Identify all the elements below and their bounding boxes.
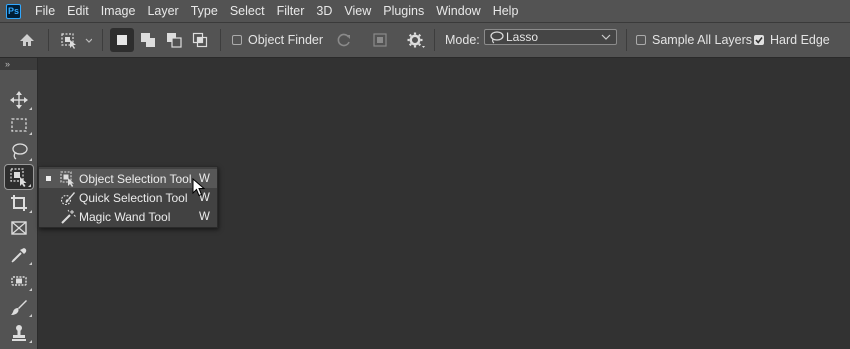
add-selection-icon — [141, 33, 155, 47]
show-objects-icon — [373, 33, 387, 47]
quick-selection-icon — [60, 191, 75, 205]
chevron-down-icon — [601, 34, 611, 40]
menu-layer[interactable]: Layer — [141, 0, 184, 22]
eyedropper-tool[interactable] — [4, 243, 34, 267]
brush-tool[interactable] — [4, 295, 34, 319]
home-button[interactable] — [18, 23, 36, 57]
brush-icon — [11, 300, 27, 315]
mouse-cursor-icon — [192, 178, 206, 197]
menu-3d[interactable]: 3D — [310, 0, 338, 22]
magic-wand-icon — [61, 209, 76, 224]
object-finder-label: Object Finder — [248, 33, 324, 47]
tool-flyout-menu: Object Selection Tool W Quick Selection … — [38, 166, 218, 228]
add-to-selection-button[interactable] — [140, 23, 156, 57]
menu-plugins[interactable]: Plugins — [377, 0, 430, 22]
eyedropper-icon — [11, 248, 27, 263]
flyout-item-label: Object Selection Tool — [79, 171, 192, 186]
flyout-item-label: Quick Selection Tool — [79, 190, 188, 205]
menu-filter[interactable]: Filter — [271, 0, 311, 22]
menu-help[interactable]: Help — [487, 0, 525, 22]
mode-select[interactable]: Lasso — [484, 29, 617, 45]
show-all-objects-button[interactable] — [372, 23, 388, 57]
object-finder-toggle[interactable]: Object Finder — [232, 23, 323, 57]
lasso-icon — [490, 31, 504, 44]
flyout-item-shortcut: W — [199, 210, 210, 223]
bandage-icon — [11, 276, 27, 286]
crop-tool[interactable] — [4, 191, 34, 215]
flyout-item-quick-selection[interactable]: Quick Selection Tool W — [39, 188, 217, 207]
object-selection-icon — [10, 168, 27, 187]
collapse-toolbar-button[interactable]: » — [0, 58, 37, 70]
subtract-selection-icon — [167, 33, 182, 48]
stamp-icon — [12, 325, 26, 341]
menu-view[interactable]: View — [338, 0, 377, 22]
object-finder-checkbox[interactable] — [232, 35, 242, 45]
menu-type[interactable]: Type — [185, 0, 224, 22]
menu-image[interactable]: Image — [95, 0, 142, 22]
rectangular-marquee-tool[interactable] — [4, 113, 34, 137]
subtract-from-selection-button[interactable] — [166, 23, 182, 57]
gear-icon — [407, 32, 425, 48]
new-selection-button[interactable] — [110, 23, 134, 57]
lasso-tool[interactable] — [4, 139, 34, 163]
flyout-item-magic-wand[interactable]: Magic Wand Tool W — [39, 207, 217, 226]
intersect-selection-button[interactable] — [192, 23, 208, 57]
checkmark-icon — [755, 37, 763, 44]
tools-panel: » — [0, 58, 38, 349]
move-tool[interactable] — [4, 88, 34, 112]
tool-preset-picker[interactable] — [60, 23, 92, 57]
intersect-selection-icon — [192, 32, 208, 48]
menu-file[interactable]: File — [29, 0, 61, 22]
hard-edge-label: Hard Edge — [770, 33, 830, 47]
menu-window[interactable]: Window — [430, 0, 486, 22]
frame-icon — [11, 221, 27, 235]
options-bar: Object Finder Mode: Lasso Sample All Lay… — [0, 22, 850, 58]
new-selection-icon — [117, 35, 127, 45]
object-selection-tool[interactable] — [4, 164, 34, 190]
mode-value: Lasso — [506, 30, 539, 44]
frame-tool[interactable] — [4, 216, 34, 240]
marquee-icon — [11, 118, 27, 132]
refresh-button[interactable] — [336, 23, 352, 57]
healing-brush-tool[interactable] — [4, 269, 34, 293]
hard-edge-toggle[interactable]: Hard Edge — [754, 23, 830, 57]
menu-edit[interactable]: Edit — [61, 0, 95, 22]
menu-select[interactable]: Select — [224, 0, 271, 22]
sample-all-layers-checkbox[interactable] — [636, 35, 646, 45]
object-selection-icon — [60, 170, 74, 187]
crop-icon — [11, 195, 27, 211]
sample-all-layers-label: Sample All Layers — [652, 33, 753, 47]
refresh-icon — [337, 33, 350, 47]
lasso-tool-icon — [12, 143, 28, 160]
object-selection-preset-icon — [61, 33, 92, 49]
menu-bar: Ps File Edit Image Layer Type Select Fil… — [0, 0, 850, 22]
settings-button[interactable] — [406, 23, 426, 57]
move-icon — [10, 91, 28, 109]
mode-label: Mode: — [445, 33, 480, 47]
clone-stamp-tool[interactable] — [4, 321, 34, 345]
photoshop-logo-icon[interactable]: Ps — [6, 3, 21, 19]
active-bullet-icon — [45, 176, 51, 181]
sample-all-layers-toggle[interactable]: Sample All Layers — [636, 23, 752, 57]
flyout-item-label: Magic Wand Tool — [79, 209, 171, 224]
hard-edge-checkbox[interactable] — [754, 35, 764, 45]
flyout-item-object-selection[interactable]: Object Selection Tool W — [39, 169, 217, 188]
home-icon — [20, 34, 34, 46]
